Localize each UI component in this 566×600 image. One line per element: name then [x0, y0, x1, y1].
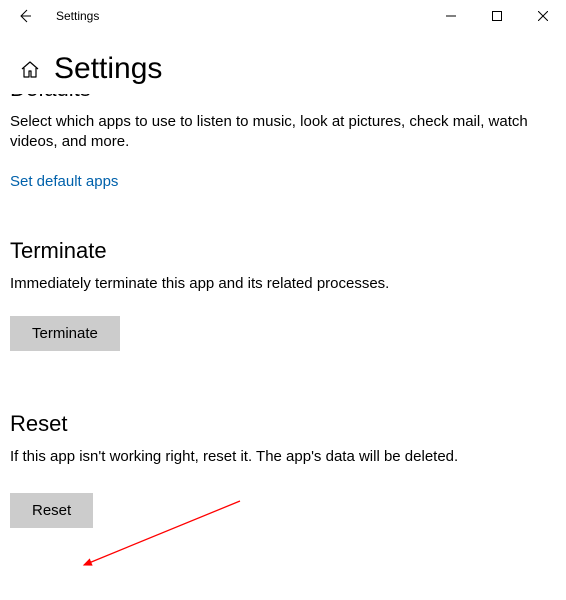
reset-button[interactable]: Reset	[10, 493, 93, 528]
minimize-icon	[446, 11, 456, 21]
defaults-description: Select which apps to use to listen to mu…	[10, 112, 556, 153]
window-title: Settings	[56, 9, 99, 23]
reset-description: If this app isn't working right, reset i…	[10, 447, 556, 467]
maximize-button[interactable]	[474, 0, 520, 32]
close-button[interactable]	[520, 0, 566, 32]
minimize-button[interactable]	[428, 0, 474, 32]
reset-heading: Reset	[10, 411, 556, 437]
set-default-apps-link[interactable]: Set default apps	[10, 173, 118, 190]
page-title: Settings	[54, 52, 162, 86]
reset-section: Reset If this app isn't working right, r…	[10, 411, 556, 528]
titlebar: Settings	[0, 0, 566, 32]
content-area: Defaults Select which apps to use to lis…	[0, 94, 566, 528]
back-button[interactable]	[8, 0, 40, 32]
window-controls	[428, 0, 566, 32]
terminate-heading: Terminate	[10, 238, 556, 264]
page-header: Settings	[0, 32, 566, 94]
terminate-section: Terminate Immediately terminate this app…	[10, 238, 556, 351]
terminate-button[interactable]: Terminate	[10, 316, 120, 351]
home-icon[interactable]	[20, 59, 40, 79]
defaults-heading-truncated: Defaults	[10, 94, 556, 106]
close-icon	[538, 11, 548, 21]
maximize-icon	[492, 11, 502, 21]
arrow-left-icon	[16, 8, 32, 24]
terminate-description: Immediately terminate this app and its r…	[10, 274, 556, 294]
